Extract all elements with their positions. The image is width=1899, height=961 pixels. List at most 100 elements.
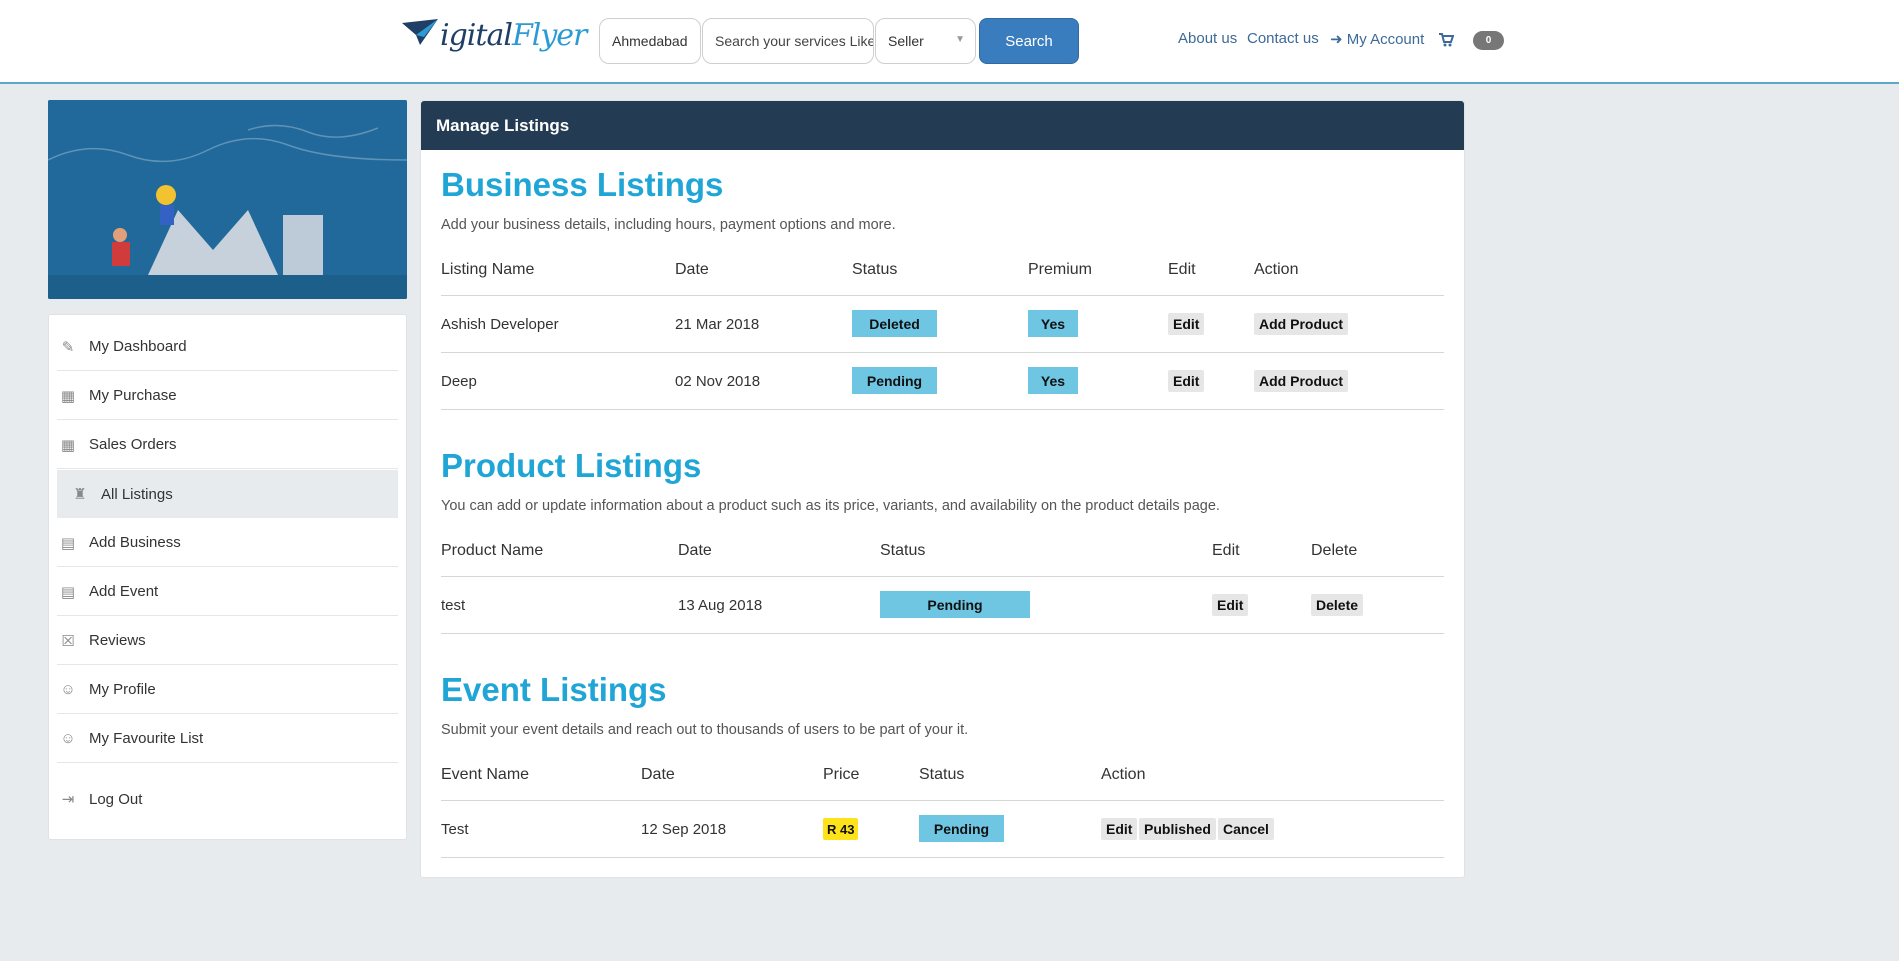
sidebar-item-logout[interactable]: ⇥ Log Out xyxy=(57,775,398,823)
status-badge: Pending xyxy=(919,815,1004,842)
sidebar-item-label: All Listings xyxy=(101,485,173,503)
business-listings-desc: Add your business details, including hou… xyxy=(441,217,896,233)
sidebar-item-sales-orders[interactable]: ▦ Sales Orders xyxy=(57,421,398,469)
event-date: 12 Sep 2018 xyxy=(641,821,727,838)
profile-banner xyxy=(48,100,407,299)
product-date: 13 Aug 2018 xyxy=(678,597,763,614)
sidebar-item-label: My Dashboard xyxy=(89,338,187,355)
product-listings-title: Product Listings xyxy=(441,447,702,484)
sidebar-item-add-business[interactable]: ▤ Add Business xyxy=(57,519,398,567)
search-input[interactable]: Search your services Like xyxy=(702,18,874,64)
purchase-icon: ▦ xyxy=(60,387,76,405)
col-header: Product Name xyxy=(441,542,544,559)
add-product-button[interactable]: Add Product xyxy=(1254,370,1348,392)
reviews-icon: ☒ xyxy=(61,632,75,650)
col-header: Edit xyxy=(1168,261,1196,278)
premium-badge: Yes xyxy=(1028,310,1078,337)
orders-icon: ▦ xyxy=(60,436,76,454)
sidebar-item-reviews[interactable]: ☒ Reviews xyxy=(57,617,398,665)
divider xyxy=(441,295,1444,296)
status-badge: Pending xyxy=(880,591,1030,618)
col-header: Action xyxy=(1254,261,1299,278)
nav-about-link[interactable]: About us xyxy=(1178,30,1237,47)
event-name: Test xyxy=(441,821,469,838)
city-field[interactable]: Ahmedabad xyxy=(599,18,701,64)
cancel-button[interactable]: Cancel xyxy=(1218,818,1274,840)
divider xyxy=(441,352,1444,353)
business-listings-title: Business Listings xyxy=(441,166,724,203)
listing-date: 21 Mar 2018 xyxy=(675,316,760,333)
paper-plane-icon xyxy=(402,19,438,45)
premium-badge: Yes xyxy=(1028,367,1078,394)
col-header: Status xyxy=(852,261,898,278)
sidebar-item-all-listings[interactable]: ♜ All Listings xyxy=(57,470,398,518)
col-header: Date xyxy=(641,766,675,783)
cart-icon[interactable] xyxy=(1438,32,1454,48)
divider xyxy=(441,800,1444,801)
panel-title: Manage Listings xyxy=(421,101,1464,150)
cart-count-badge: 0 xyxy=(1473,31,1504,50)
listing-date: 02 Nov 2018 xyxy=(675,373,761,390)
sidebar-item-add-event[interactable]: ▤ Add Event xyxy=(57,568,398,616)
product-name: test xyxy=(441,597,466,614)
sidebar-item-profile[interactable]: ☺ My Profile xyxy=(57,666,398,714)
top-header: igitalFlyer Ahmedabad Search your servic… xyxy=(0,0,1899,84)
listings-icon: ♜ xyxy=(73,486,87,503)
col-header: Event Name xyxy=(441,766,530,783)
edit-button[interactable]: Edit xyxy=(1212,594,1249,616)
sign-in-icon: ➜ xyxy=(1330,31,1343,48)
chevron-down-icon: ▼ xyxy=(955,34,965,45)
type-select[interactable]: Seller ▼ xyxy=(875,18,976,64)
nav-account-link[interactable]: ➜ My Account xyxy=(1330,30,1424,48)
sidebar-item-purchase[interactable]: ▦ My Purchase xyxy=(57,372,398,420)
sidebar-item-label: My Purchase xyxy=(89,387,177,404)
nav-contact-link[interactable]: Contact us xyxy=(1247,30,1319,47)
search-button[interactable]: Search xyxy=(979,18,1079,64)
sidebar-item-label: My Profile xyxy=(89,681,156,698)
sidebar-item-label: Reviews xyxy=(89,632,146,649)
listing-name: Ashish Developer xyxy=(441,316,559,333)
manage-listings-panel: Manage Listings Business Listings Add yo… xyxy=(420,100,1465,878)
sidebar-item-label: Sales Orders xyxy=(89,436,177,453)
sidebar-menu: ✎ My Dashboard ▦ My Purchase ▦ Sales Ord… xyxy=(48,314,407,840)
col-header: Premium xyxy=(1028,261,1093,278)
event-icon: ▤ xyxy=(60,583,76,601)
sidebar-item-label: My Favourite List xyxy=(89,730,204,747)
col-header: Price xyxy=(823,766,860,783)
edit-button[interactable]: Edit xyxy=(1168,313,1205,335)
divider xyxy=(441,633,1444,634)
business-icon: ▤ xyxy=(60,534,76,552)
col-header: Status xyxy=(919,766,965,783)
profile-icon: ☺ xyxy=(60,681,76,698)
divider xyxy=(441,576,1444,577)
edit-button[interactable]: Edit xyxy=(1101,818,1138,840)
col-header: Date xyxy=(678,542,712,559)
divider xyxy=(441,857,1444,858)
sidebar-item-dashboard[interactable]: ✎ My Dashboard xyxy=(57,323,398,371)
event-listings-title: Event Listings xyxy=(441,671,667,708)
sidebar-item-label: Add Event xyxy=(89,583,159,600)
col-header: Status xyxy=(880,542,926,559)
divider xyxy=(441,409,1444,410)
sidebar-item-label: Add Business xyxy=(89,534,181,551)
published-button[interactable]: Published xyxy=(1139,818,1216,840)
col-header: Delete xyxy=(1311,542,1358,559)
banner-illustration xyxy=(48,100,407,299)
price-badge: R 43 xyxy=(823,818,859,840)
sidebar-item-favourites[interactable]: ☺ My Favourite List xyxy=(57,715,398,763)
col-header: Action xyxy=(1101,766,1146,783)
edit-button[interactable]: Edit xyxy=(1168,370,1205,392)
col-header: Listing Name xyxy=(441,261,535,278)
col-header: Date xyxy=(675,261,709,278)
event-listings-desc: Submit your event details and reach out … xyxy=(441,722,969,738)
status-badge: Pending xyxy=(852,367,937,394)
logo-wordmark: igitalFlyer xyxy=(440,17,587,53)
dashboard-icon: ✎ xyxy=(61,338,75,356)
logout-icon: ⇥ xyxy=(61,791,75,808)
favourite-icon: ☺ xyxy=(60,730,76,747)
status-badge: Deleted xyxy=(852,310,937,337)
site-logo[interactable]: igitalFlyer xyxy=(400,12,587,58)
delete-button[interactable]: Delete xyxy=(1311,594,1364,616)
add-product-button[interactable]: Add Product xyxy=(1254,313,1348,335)
sidebar-item-label: Log Out xyxy=(89,790,143,808)
